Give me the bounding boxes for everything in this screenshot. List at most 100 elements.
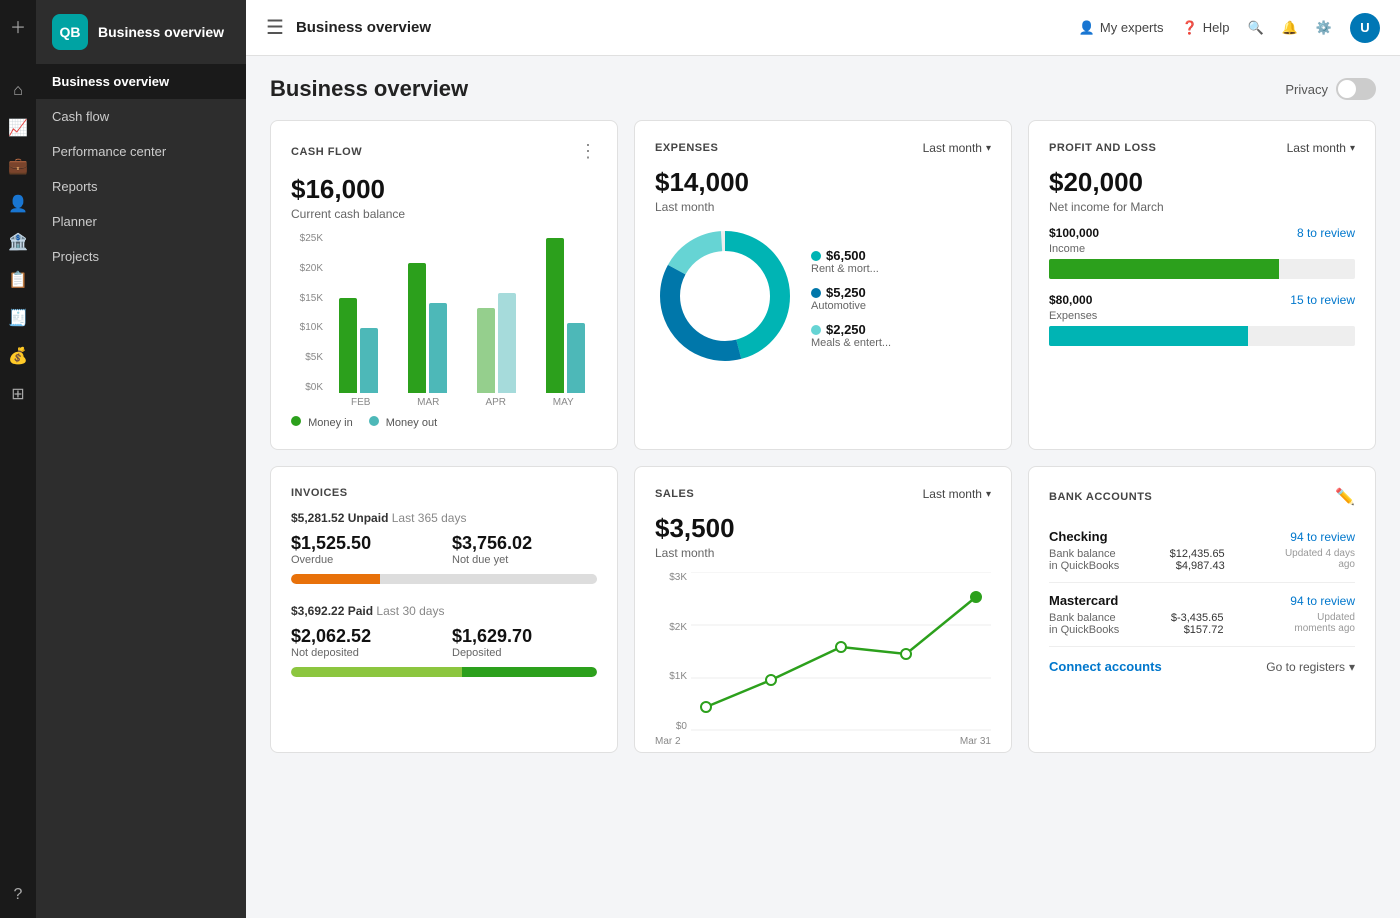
- sidebar-item-business-overview[interactable]: Business overview: [36, 64, 246, 99]
- sales-y-axis: $3K $2K $1K $0: [655, 572, 691, 732]
- sales-title: SALES: [655, 488, 694, 500]
- deposited-label: Deposited: [452, 647, 597, 659]
- banking-icon[interactable]: 🏦: [2, 226, 34, 258]
- legend-dot-2: [811, 288, 821, 298]
- chevron-down-icon-bank: ▾: [1349, 660, 1355, 674]
- chart-icon[interactable]: 📈: [2, 112, 34, 144]
- mastercard-updated: Updated moments ago: [1275, 612, 1355, 636]
- my-experts-button[interactable]: 👤 My experts: [1079, 20, 1164, 36]
- invoices-paid-section: $3,692.22 Paid Last 30 days $2,062.52 No…: [291, 604, 597, 677]
- search-icon: 🔍: [1247, 20, 1263, 36]
- checking-updated: Updated 4 days ago: [1275, 548, 1355, 572]
- pl-amount: $20,000: [1049, 167, 1355, 198]
- not-deposited-col: $2,062.52 Not deposited: [291, 626, 436, 659]
- sales-sub: Last month: [655, 546, 991, 560]
- bar-apr-out: [498, 293, 516, 393]
- cards-grid: CASH FLOW ⋮ $16,000 Current cash balance…: [270, 120, 1376, 753]
- qb-label-1: in QuickBooks: [1049, 560, 1119, 572]
- help-button[interactable]: ❓ Help: [1182, 20, 1230, 36]
- page-content: Business overview Privacy CASH FLOW ⋮ $1…: [246, 56, 1400, 918]
- reports-icon[interactable]: 📋: [2, 264, 34, 296]
- contacts-icon[interactable]: 👤: [2, 188, 34, 220]
- y-axis: $25K $20K $15K $10K $5K $0K: [291, 233, 327, 393]
- bank-edit-icon[interactable]: ✏️: [1335, 487, 1355, 507]
- expenses-header: EXPENSES Last month ▾: [655, 141, 991, 155]
- bar-mar-in: [408, 263, 426, 393]
- sidebar-item-label: Reports: [52, 179, 98, 194]
- unpaid-header: $5,281.52 Unpaid Last 365 days: [291, 511, 597, 525]
- add-icon[interactable]: ＋: [4, 8, 32, 44]
- chart-legend: Money in Money out: [291, 416, 597, 429]
- income-review: 8 to review: [1297, 226, 1355, 240]
- bar-group-may: [534, 238, 597, 393]
- checking-values: $12,435.65 $4,987.43: [1170, 548, 1225, 572]
- expenses-period-selector[interactable]: Last month ▾: [923, 141, 991, 155]
- connect-accounts-button[interactable]: Connect accounts: [1049, 659, 1162, 674]
- overdue-col: $1,525.50 Overdue: [291, 533, 436, 566]
- bank-balance-label-2: Bank balance: [1049, 612, 1119, 624]
- bank-mastercard-header: Mastercard 94 to review: [1049, 593, 1355, 608]
- sidebar-item-reports[interactable]: Reports: [36, 169, 246, 204]
- bar-groups: [327, 233, 597, 393]
- deposited-bar: [462, 667, 597, 677]
- chevron-down-icon-sales: ▾: [986, 489, 991, 500]
- not-due-amount: $3,756.02: [452, 533, 597, 554]
- money-out-dot: [369, 416, 379, 426]
- bank-balance-2: $-3,435.65: [1171, 612, 1224, 624]
- sidebar-header: QB Business overview: [36, 0, 246, 64]
- cash-flow-title: CASH FLOW: [291, 146, 362, 158]
- cash-flow-chart: $25K $20K $15K $10K $5K $0K: [291, 233, 597, 429]
- chevron-down-icon-pl: ▾: [1350, 143, 1355, 154]
- invoices-unpaid-section: $5,281.52 Unpaid Last 365 days $1,525.50…: [291, 511, 597, 584]
- topbar-menu-icon[interactable]: ☰: [266, 15, 284, 40]
- bank-title: BANK ACCOUNTS: [1049, 491, 1152, 503]
- sidebar-item-cash-flow[interactable]: Cash flow: [36, 99, 246, 134]
- notification-button[interactable]: 🔔: [1282, 20, 1298, 36]
- mastercard-review[interactable]: 94 to review: [1290, 594, 1355, 608]
- settings-button[interactable]: ⚙️: [1316, 20, 1332, 36]
- unpaid-amounts: $1,525.50 Overdue $3,756.02 Not due yet: [291, 533, 597, 566]
- chevron-down-icon: ▾: [986, 143, 991, 154]
- legend-desc-3: Meals & entert...: [811, 337, 891, 349]
- overdue-bar: [291, 574, 380, 584]
- cash-flow-amount: $16,000: [291, 174, 597, 205]
- sidebar-item-performance-center[interactable]: Performance center: [36, 134, 246, 169]
- sales-period-selector[interactable]: Last month ▾: [923, 487, 991, 501]
- search-button[interactable]: 🔍: [1247, 20, 1263, 36]
- sidebar-item-label: Performance center: [52, 144, 166, 159]
- bank-footer: Connect accounts Go to registers ▾: [1049, 659, 1355, 674]
- bar-may-in: [546, 238, 564, 393]
- legend-item-2: $5,250 Automotive: [811, 285, 891, 312]
- tax-icon[interactable]: 🧾: [2, 302, 34, 334]
- cash-flow-menu[interactable]: ⋮: [579, 141, 597, 162]
- sales-header: SALES Last month ▾: [655, 487, 991, 501]
- paid-header: $3,692.22 Paid Last 30 days: [291, 604, 597, 618]
- sidebar-item-planner[interactable]: Planner: [36, 204, 246, 239]
- apps-icon[interactable]: ⊞: [5, 378, 30, 410]
- help-bottom-icon[interactable]: ?: [8, 880, 29, 910]
- checking-review[interactable]: 94 to review: [1290, 530, 1355, 544]
- x-axis: FEB MAR APR MAY: [327, 397, 597, 408]
- page-header: Business overview Privacy: [270, 76, 1376, 102]
- bank-header: BANK ACCOUNTS ✏️: [1049, 487, 1355, 507]
- deposited-amount: $1,629.70: [452, 626, 597, 647]
- overdue-label: Overdue: [291, 554, 436, 566]
- cash-flow-sub: Current cash balance: [291, 207, 597, 221]
- bank-checking-row: Checking 94 to review Bank balance in Qu…: [1049, 519, 1355, 583]
- sidebar-item-projects[interactable]: Projects: [36, 239, 246, 274]
- page-title: Business overview: [270, 76, 468, 102]
- topbar-right: 👤 My experts ❓ Help 🔍 🔔 ⚙️ U: [1079, 13, 1380, 43]
- pl-period-selector[interactable]: Last month ▾: [1287, 141, 1355, 155]
- payroll-icon[interactable]: 💰: [2, 340, 34, 372]
- not-due-label: Not due yet: [452, 554, 597, 566]
- home-icon[interactable]: ⌂: [7, 76, 29, 106]
- income-bar-solid: [1049, 259, 1279, 279]
- not-due-bar: [380, 574, 597, 584]
- sidebar: QB Business overview Business overview C…: [36, 0, 246, 918]
- go-to-registers-button[interactable]: Go to registers ▾: [1266, 660, 1355, 674]
- briefcase-icon[interactable]: 💼: [2, 150, 34, 182]
- not-deposited-label: Not deposited: [291, 647, 436, 659]
- privacy-toggle[interactable]: [1336, 78, 1376, 100]
- user-avatar[interactable]: U: [1350, 13, 1380, 43]
- expenses-review: 15 to review: [1290, 293, 1355, 307]
